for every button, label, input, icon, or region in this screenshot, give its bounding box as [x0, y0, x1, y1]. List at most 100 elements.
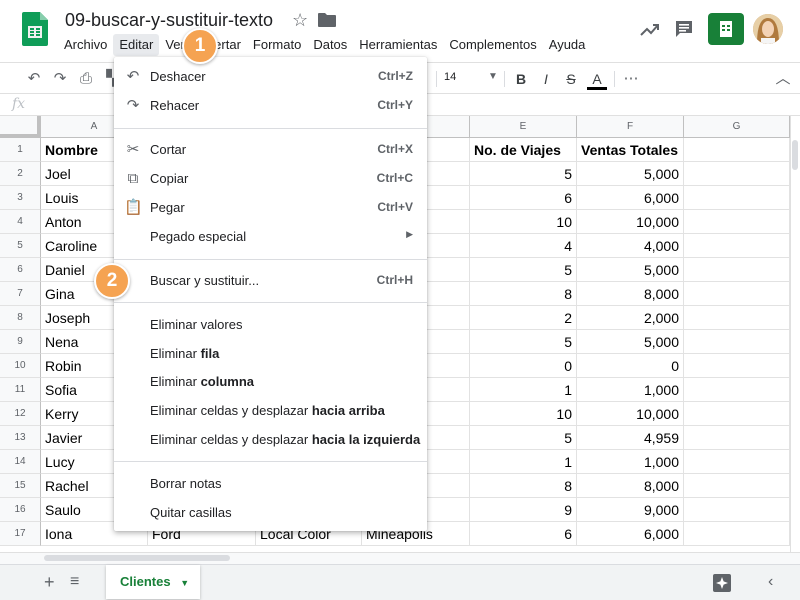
avatar[interactable]: [753, 14, 783, 44]
print-icon[interactable]: ⎙: [76, 69, 96, 89]
row-header[interactable]: 13: [0, 426, 41, 450]
table-cell[interactable]: 5: [470, 258, 577, 282]
sheets-logo-icon[interactable]: [22, 12, 48, 46]
menu-item-delete-cells-up[interactable]: Eliminar celdas y desplazar hacia arriba: [114, 398, 427, 424]
strikethrough-icon[interactable]: S: [562, 69, 580, 89]
row-header[interactable]: 9: [0, 330, 41, 354]
table-cell[interactable]: Ventas Totales: [577, 138, 684, 162]
menu-item-copy[interactable]: ⧉ Copiar Ctrl+C: [114, 166, 427, 192]
menu-item-paste[interactable]: 📋 Pegar Ctrl+V: [114, 195, 427, 221]
table-cell[interactable]: [684, 450, 790, 474]
side-panel-toggle-icon[interactable]: ‹: [768, 573, 773, 591]
row-header[interactable]: 6: [0, 258, 41, 282]
italic-icon[interactable]: I: [537, 69, 555, 89]
horizontal-scroll-thumb[interactable]: [44, 555, 230, 561]
table-cell[interactable]: 10,000: [577, 210, 684, 234]
menu-item-redo[interactable]: ↷ Rehacer Ctrl+Y: [114, 93, 427, 119]
column-header[interactable]: G: [684, 116, 790, 138]
table-cell[interactable]: 8: [470, 474, 577, 498]
row-header[interactable]: 11: [0, 378, 41, 402]
table-cell[interactable]: 4,000: [577, 234, 684, 258]
table-cell[interactable]: [684, 282, 790, 306]
menu-item-clear-notes[interactable]: Borrar notas: [114, 471, 427, 497]
table-cell[interactable]: 10: [470, 210, 577, 234]
table-cell[interactable]: 5: [470, 330, 577, 354]
table-cell[interactable]: 4: [470, 234, 577, 258]
menu-item-find-replace[interactable]: Buscar y sustituir... Ctrl+H: [114, 268, 427, 294]
row-header[interactable]: 7: [0, 282, 41, 306]
row-header[interactable]: 16: [0, 498, 41, 522]
table-cell[interactable]: 9,000: [577, 498, 684, 522]
row-header[interactable]: 5: [0, 234, 41, 258]
table-cell[interactable]: 5,000: [577, 258, 684, 282]
table-cell[interactable]: 2: [470, 306, 577, 330]
explore-icon[interactable]: [712, 573, 732, 593]
table-cell[interactable]: 5: [470, 162, 577, 186]
row-header[interactable]: 10: [0, 354, 41, 378]
all-sheets-icon[interactable]: ≡: [70, 573, 79, 591]
comment-icon[interactable]: [674, 19, 694, 39]
column-header[interactable]: E: [470, 116, 577, 138]
menu-item-clear-values[interactable]: Eliminar valores: [114, 312, 427, 338]
menu-complementos[interactable]: Complementos: [443, 34, 542, 56]
table-cell[interactable]: 8: [470, 282, 577, 306]
menu-item-cut[interactable]: ✂ Cortar Ctrl+X: [114, 137, 427, 163]
table-cell[interactable]: [684, 378, 790, 402]
table-cell[interactable]: 0: [577, 354, 684, 378]
row-header[interactable]: 4: [0, 210, 41, 234]
table-cell[interactable]: 6,000: [577, 522, 684, 546]
row-header[interactable]: 3: [0, 186, 41, 210]
table-cell[interactable]: 10,000: [577, 402, 684, 426]
menu-item-undo[interactable]: ↶ Deshacer Ctrl+Z: [114, 64, 427, 90]
table-cell[interactable]: 0: [470, 354, 577, 378]
table-cell[interactable]: [684, 426, 790, 450]
menu-archivo[interactable]: Archivo: [58, 34, 113, 56]
table-cell[interactable]: 1: [470, 450, 577, 474]
menu-ayuda[interactable]: Ayuda: [543, 34, 592, 56]
font-size-select[interactable]: 14: [444, 71, 456, 83]
table-cell[interactable]: 1: [470, 378, 577, 402]
menu-editar[interactable]: Editar: [113, 34, 160, 56]
table-cell[interactable]: 8,000: [577, 474, 684, 498]
row-header[interactable]: 2: [0, 162, 41, 186]
sheet-tab-clientes[interactable]: Clientes ▼: [106, 565, 200, 599]
row-header[interactable]: 15: [0, 474, 41, 498]
undo-icon[interactable]: ↶: [24, 69, 44, 89]
share-button[interactable]: [708, 13, 744, 45]
document-title[interactable]: 09-buscar-y-sustituir-texto: [65, 10, 273, 31]
table-cell[interactable]: 5,000: [577, 330, 684, 354]
activity-trend-icon[interactable]: [640, 20, 660, 40]
column-header[interactable]: F: [577, 116, 684, 138]
more-options-icon[interactable]: ⋯: [622, 69, 640, 89]
table-cell[interactable]: [684, 210, 790, 234]
menu-item-delete-column[interactable]: Eliminar columna: [114, 369, 427, 395]
menu-formato[interactable]: Formato: [247, 34, 307, 56]
table-cell[interactable]: [684, 186, 790, 210]
table-cell[interactable]: [684, 402, 790, 426]
add-sheet-icon[interactable]: +: [44, 572, 55, 593]
table-cell[interactable]: 9: [470, 498, 577, 522]
table-cell[interactable]: No. de Viajes: [470, 138, 577, 162]
table-cell[interactable]: [684, 522, 790, 546]
table-cell[interactable]: [684, 474, 790, 498]
row-header[interactable]: 14: [0, 450, 41, 474]
table-cell[interactable]: 5,000: [577, 162, 684, 186]
table-cell[interactable]: [684, 354, 790, 378]
table-cell[interactable]: 1,000: [577, 378, 684, 402]
menu-item-delete-row[interactable]: Eliminar fila: [114, 341, 427, 367]
row-header[interactable]: 17: [0, 522, 41, 546]
collapse-menus-icon[interactable]: ︿: [774, 69, 792, 89]
menu-item-paste-special[interactable]: Pegado especial ▶: [114, 224, 427, 250]
vertical-scrollbar[interactable]: [790, 116, 800, 552]
table-cell[interactable]: 5: [470, 426, 577, 450]
table-cell[interactable]: 6: [470, 186, 577, 210]
font-size-caret-icon[interactable]: ▼: [488, 71, 498, 82]
star-icon[interactable]: ☆: [292, 10, 308, 31]
select-all-corner[interactable]: [0, 116, 41, 138]
table-cell[interactable]: [684, 498, 790, 522]
table-cell[interactable]: 1,000: [577, 450, 684, 474]
text-color-icon[interactable]: A: [587, 69, 607, 90]
menu-herramientas[interactable]: Herramientas: [353, 34, 443, 56]
table-cell[interactable]: 6,000: [577, 186, 684, 210]
table-cell[interactable]: 8,000: [577, 282, 684, 306]
